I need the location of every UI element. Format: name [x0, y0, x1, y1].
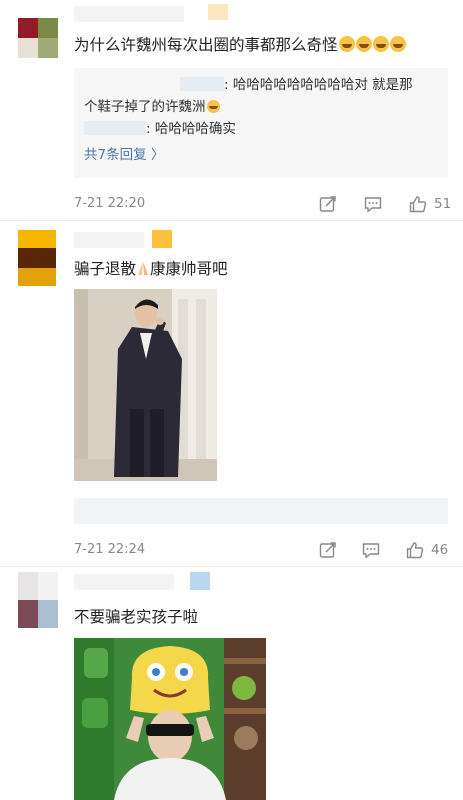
- avatar[interactable]: [18, 18, 58, 58]
- username-blurred[interactable]: [74, 6, 184, 22]
- comment-photo-man[interactable]: [74, 289, 217, 481]
- badge-blurred: [208, 4, 228, 20]
- reply-preview[interactable]: : 哈哈哈哈哈哈哈哈哈对 就是那 个鞋子掉了的许魏洲 : 哈哈哈哈确实 共7条回…: [74, 68, 448, 178]
- reply-username-blurred: [84, 121, 146, 135]
- comment-text: 为什么许魏州每次出圈的事都那么奇怪: [74, 34, 406, 56]
- reply-username-blurred: [180, 77, 224, 91]
- like-count: 46: [431, 542, 449, 558]
- avatar[interactable]: [18, 230, 56, 286]
- badge-blurred: [152, 230, 172, 248]
- username-blurred[interactable]: [74, 232, 144, 248]
- laughing-emoji-icon: [338, 36, 355, 52]
- praying-hands-icon: [136, 260, 150, 276]
- laughing-emoji-icon: [355, 36, 372, 52]
- repost-icon[interactable]: [318, 194, 338, 214]
- laughing-emoji-icon: [206, 100, 220, 113]
- badge-blurred: [190, 572, 210, 590]
- comment-meta: 7-21 22:24 46: [74, 540, 453, 560]
- laughing-emoji-icon: [389, 36, 406, 52]
- laughing-emoji-icon: [372, 36, 389, 52]
- reply-1: : 哈哈哈哈哈哈哈哈哈对 就是那: [84, 74, 438, 96]
- comment-icon[interactable]: [361, 540, 381, 560]
- thumbs-up-icon[interactable]: [405, 540, 425, 560]
- reply-2: : 哈哈哈哈确实: [84, 118, 438, 140]
- blurred-area: [74, 498, 448, 524]
- comment-2: 骗子退散 康康帅哥吧 7-21 22:24 46: [0, 220, 463, 565]
- repost-icon[interactable]: [318, 540, 338, 560]
- timestamp: 7-21 22:24: [74, 542, 146, 557]
- comment-icon[interactable]: [363, 194, 383, 214]
- comment-photo-spongebob[interactable]: [74, 638, 266, 800]
- comment-meta: 7-21 22:20 51: [74, 194, 453, 214]
- comment-1: 为什么许魏州每次出圈的事都那么奇怪 : 哈哈哈哈哈哈哈哈哈对 就是那 个鞋子掉了…: [0, 0, 463, 220]
- avatar[interactable]: [18, 572, 58, 628]
- comment-3: 不要骗老实孩子啦: [0, 566, 463, 800]
- reply-1-cont: 个鞋子掉了的许魏洲: [84, 96, 438, 118]
- timestamp: 7-21 22:20: [74, 196, 146, 211]
- comment-text: 骗子退散 康康帅哥吧: [74, 260, 228, 278]
- username-blurred[interactable]: [74, 574, 174, 590]
- more-replies-link[interactable]: 共7条回复 〉: [84, 144, 438, 166]
- comment-text: 不要骗老实孩子啦: [74, 608, 199, 626]
- thumbs-up-icon[interactable]: [408, 194, 428, 214]
- like-count: 51: [434, 196, 452, 212]
